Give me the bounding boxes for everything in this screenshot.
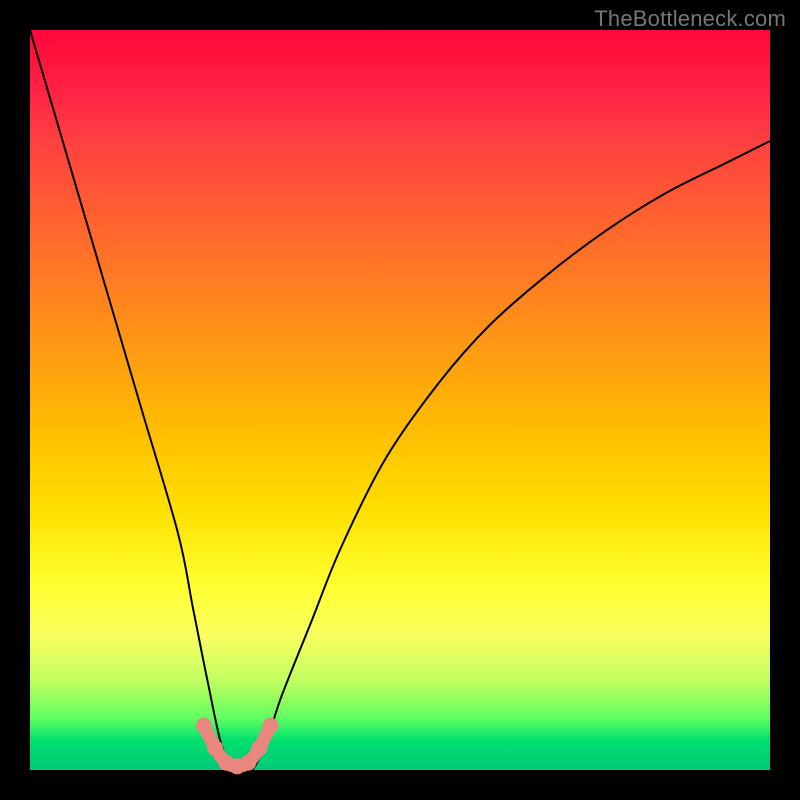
highlight-dot: [263, 718, 279, 734]
bottleneck-curve-svg: [30, 30, 770, 770]
chart-frame: TheBottleneck.com: [0, 0, 800, 800]
highlight-dots: [196, 718, 279, 775]
highlight-dot: [240, 755, 256, 771]
plot-area: [30, 30, 770, 770]
curve-path: [30, 30, 770, 773]
highlight-dot: [196, 718, 212, 734]
highlight-dot: [207, 740, 223, 756]
curve-line: [30, 30, 770, 773]
watermark-text: TheBottleneck.com: [594, 6, 786, 32]
highlight-dot: [251, 740, 267, 756]
